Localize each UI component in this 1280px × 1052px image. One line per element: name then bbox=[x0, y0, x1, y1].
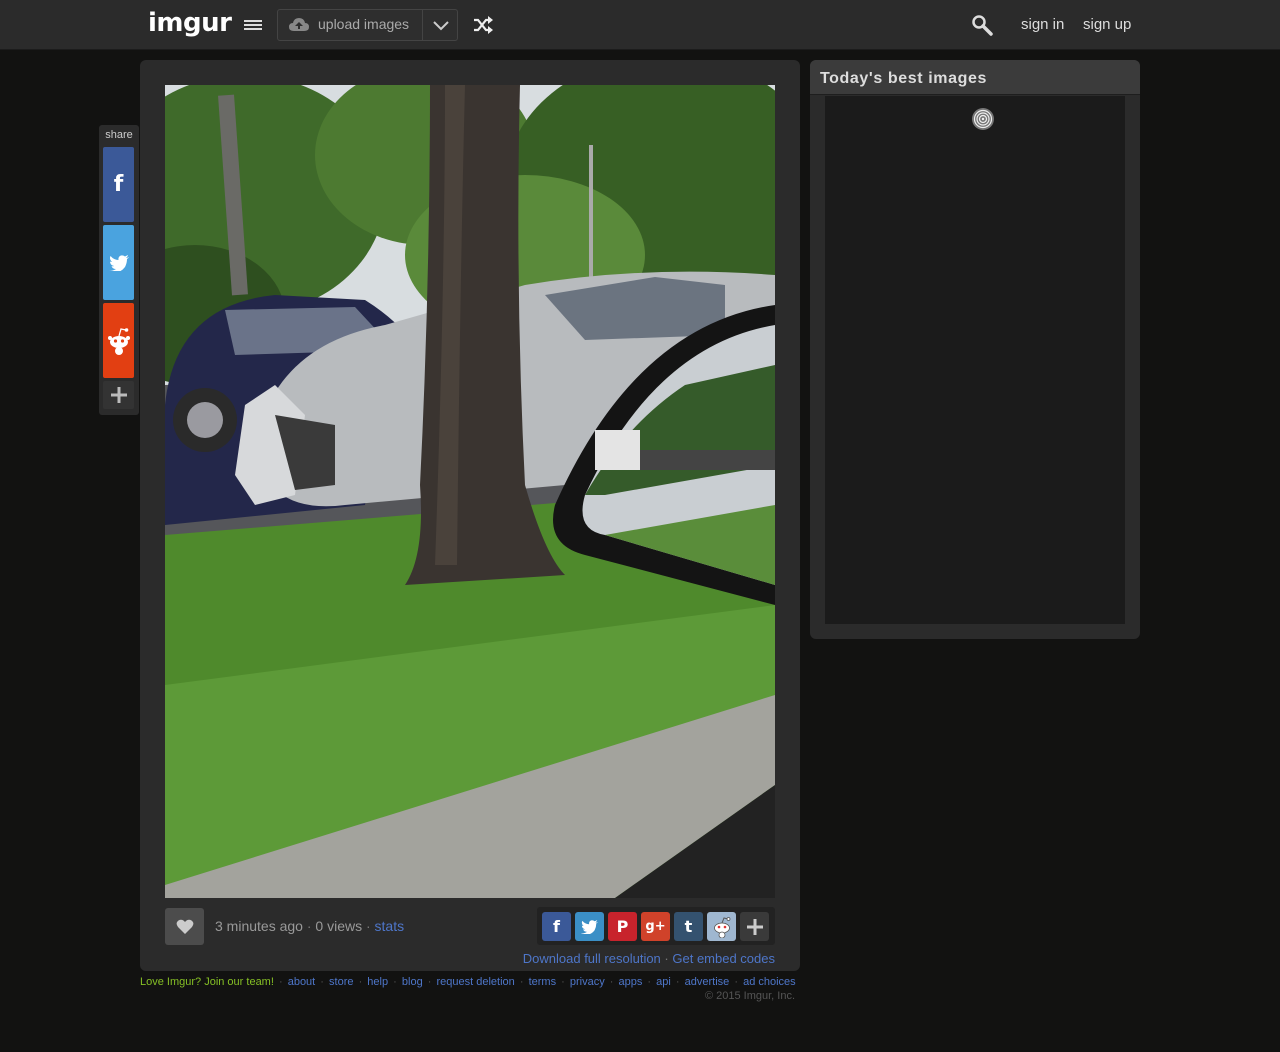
get-embed-codes-link[interactable]: Get embed codes bbox=[672, 951, 775, 966]
facebook-icon: f bbox=[113, 172, 124, 197]
facebook-share-button[interactable]: f bbox=[542, 912, 571, 941]
todays-best-panel: Today's best images bbox=[810, 60, 1140, 639]
footer-link-apps[interactable]: apps bbox=[619, 976, 643, 988]
footer-link-store[interactable]: store bbox=[329, 976, 353, 988]
main-image-panel: 3 minutes ago · 0 views · stats f P g+ t bbox=[140, 60, 800, 971]
cloud-upload-icon bbox=[289, 18, 309, 31]
separator: · bbox=[647, 976, 652, 988]
separator: · bbox=[609, 976, 614, 988]
share-sidebar: share f bbox=[99, 125, 139, 415]
reddit-alien-icon bbox=[107, 327, 130, 355]
upload-group: upload images bbox=[277, 9, 458, 41]
twitter-share-button[interactable] bbox=[575, 912, 604, 941]
menu-button[interactable] bbox=[240, 13, 266, 37]
imgur-logo[interactable]: imgur bbox=[148, 8, 232, 38]
search-button[interactable] bbox=[971, 14, 993, 41]
car-crash-photo bbox=[165, 85, 775, 898]
random-button[interactable] bbox=[472, 15, 494, 40]
footer-link-privacy[interactable]: privacy bbox=[570, 976, 605, 988]
share-more-button[interactable] bbox=[103, 381, 134, 409]
google-plus-share-button[interactable]: g+ bbox=[641, 912, 670, 941]
separator: · bbox=[306, 918, 312, 934]
todays-best-header: Today's best images bbox=[810, 60, 1140, 95]
search-icon bbox=[972, 15, 993, 36]
reddit-alien-icon bbox=[713, 916, 730, 938]
post-image[interactable] bbox=[165, 85, 775, 898]
footer-links: Love Imgur? Join our team! · about · sto… bbox=[140, 976, 796, 988]
sign-up-link[interactable]: sign up bbox=[1083, 16, 1131, 33]
upload-images-label: upload images bbox=[318, 16, 410, 32]
facebook-icon: f bbox=[553, 917, 560, 936]
footer-link-help[interactable]: help bbox=[367, 976, 388, 988]
footer-link-advertise[interactable]: advertise bbox=[685, 976, 730, 988]
heart-icon bbox=[176, 919, 193, 934]
share-label: share bbox=[105, 129, 133, 141]
share-reddit-button[interactable] bbox=[103, 303, 134, 378]
separator: · bbox=[358, 976, 363, 988]
separator: · bbox=[393, 976, 397, 988]
upload-images-button[interactable]: upload images bbox=[278, 10, 422, 40]
twitter-icon bbox=[581, 919, 598, 934]
image-meta: 3 minutes ago · 0 views · stats bbox=[215, 918, 404, 934]
todays-best-content bbox=[825, 96, 1125, 624]
footer-link-about[interactable]: about bbox=[288, 976, 316, 988]
footer-link-request-deletion[interactable]: request deletion bbox=[436, 976, 514, 988]
separator: · bbox=[519, 976, 524, 988]
footer-link-terms[interactable]: terms bbox=[529, 976, 557, 988]
separator: · bbox=[675, 976, 680, 988]
chevron-down-icon bbox=[433, 21, 449, 31]
download-full-resolution-link[interactable]: Download full resolution bbox=[523, 951, 661, 966]
separator: · bbox=[365, 918, 371, 934]
tumblr-icon: t bbox=[684, 917, 693, 936]
share-facebook-button[interactable]: f bbox=[103, 147, 134, 222]
separator: · bbox=[734, 976, 739, 988]
copyright: © 2015 Imgur, Inc. bbox=[704, 990, 795, 1002]
footer-link-blog[interactable]: blog bbox=[402, 976, 423, 988]
time-ago: 3 minutes ago bbox=[215, 918, 303, 934]
social-share-row: f P g+ t bbox=[537, 907, 775, 945]
footer-link-api[interactable]: api bbox=[656, 976, 671, 988]
pinterest-icon: P bbox=[616, 917, 629, 936]
reddit-share-button[interactable] bbox=[707, 912, 736, 941]
sign-in-link[interactable]: sign in bbox=[1021, 16, 1064, 33]
stats-link[interactable]: stats bbox=[375, 918, 405, 934]
plus-icon bbox=[110, 387, 127, 403]
share-twitter-button[interactable] bbox=[103, 225, 134, 300]
google-plus-icon: g+ bbox=[645, 919, 666, 934]
pinterest-share-button[interactable]: P bbox=[608, 912, 637, 941]
upload-dropdown-button[interactable] bbox=[422, 10, 457, 40]
loading-spinner-icon bbox=[972, 108, 994, 130]
separator: · bbox=[320, 976, 324, 988]
top-bar: imgur upload images sign in sign up bbox=[0, 0, 1280, 50]
favorite-button[interactable] bbox=[165, 908, 204, 945]
separator: · bbox=[427, 976, 432, 988]
separator: · bbox=[278, 976, 283, 988]
join-team-link[interactable]: Love Imgur? Join our team! bbox=[140, 976, 274, 988]
more-share-button[interactable] bbox=[740, 912, 769, 941]
tumblr-share-button[interactable]: t bbox=[674, 912, 703, 941]
view-count: 0 views bbox=[315, 918, 363, 934]
shuffle-icon bbox=[474, 16, 493, 34]
footer-link-ad-choices[interactable]: ad choices bbox=[743, 976, 796, 988]
plus-icon bbox=[746, 918, 763, 935]
hamburger-icon bbox=[244, 20, 262, 30]
todays-best-title: Today's best images bbox=[820, 70, 987, 87]
image-links: Download full resolution · Get embed cod… bbox=[523, 951, 775, 966]
separator: · bbox=[561, 976, 565, 988]
twitter-icon bbox=[108, 254, 129, 271]
